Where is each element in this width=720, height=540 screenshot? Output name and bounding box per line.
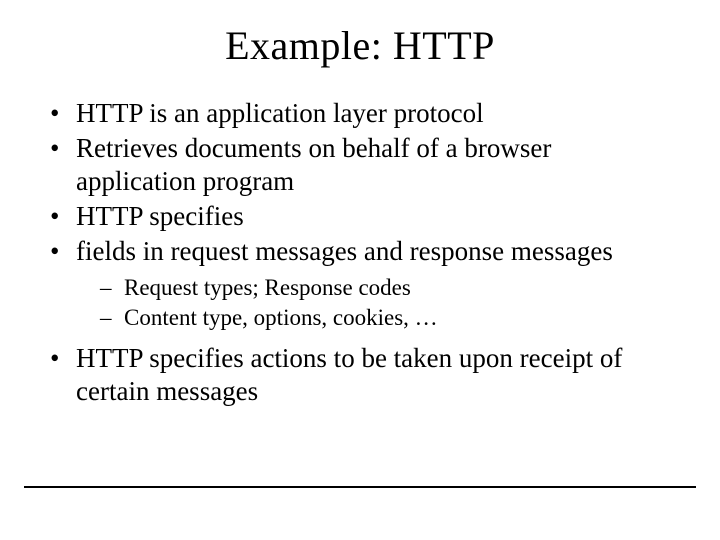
- bullet-text: HTTP specifies actions to be taken upon …: [76, 343, 622, 406]
- sub-bullet-item: Request types; Response codes: [100, 274, 674, 302]
- bullet-text: HTTP is an application layer protocol: [76, 98, 484, 128]
- bullet-item: Retrieves documents on behalf of a brows…: [46, 132, 674, 198]
- sub-bullet-list: Request types; Response codes Content ty…: [76, 274, 674, 332]
- bullet-text: Retrieves documents on behalf of a brows…: [76, 133, 551, 196]
- slide-title: Example: HTTP: [0, 0, 720, 69]
- slide: Example: HTTP HTTP is an application lay…: [0, 0, 720, 540]
- bullet-item: HTTP specifies actions to be taken upon …: [46, 342, 674, 408]
- bullet-text: HTTP specifies: [76, 201, 244, 231]
- sub-bullet-text: Content type, options, cookies, …: [124, 305, 438, 330]
- slide-body: HTTP is an application layer protocol Re…: [0, 69, 720, 408]
- sub-bullet-item: Content type, options, cookies, …: [100, 304, 674, 332]
- sub-bullet-text: Request types; Response codes: [124, 275, 411, 300]
- bullet-item: HTTP is an application layer protocol: [46, 97, 674, 130]
- bullet-text: fields in request messages and response …: [76, 236, 613, 266]
- bullet-list: HTTP is an application layer protocol Re…: [46, 97, 674, 408]
- bullet-item: fields in request messages and response …: [46, 235, 674, 332]
- horizontal-rule: [24, 486, 696, 488]
- bullet-item: HTTP specifies: [46, 200, 674, 233]
